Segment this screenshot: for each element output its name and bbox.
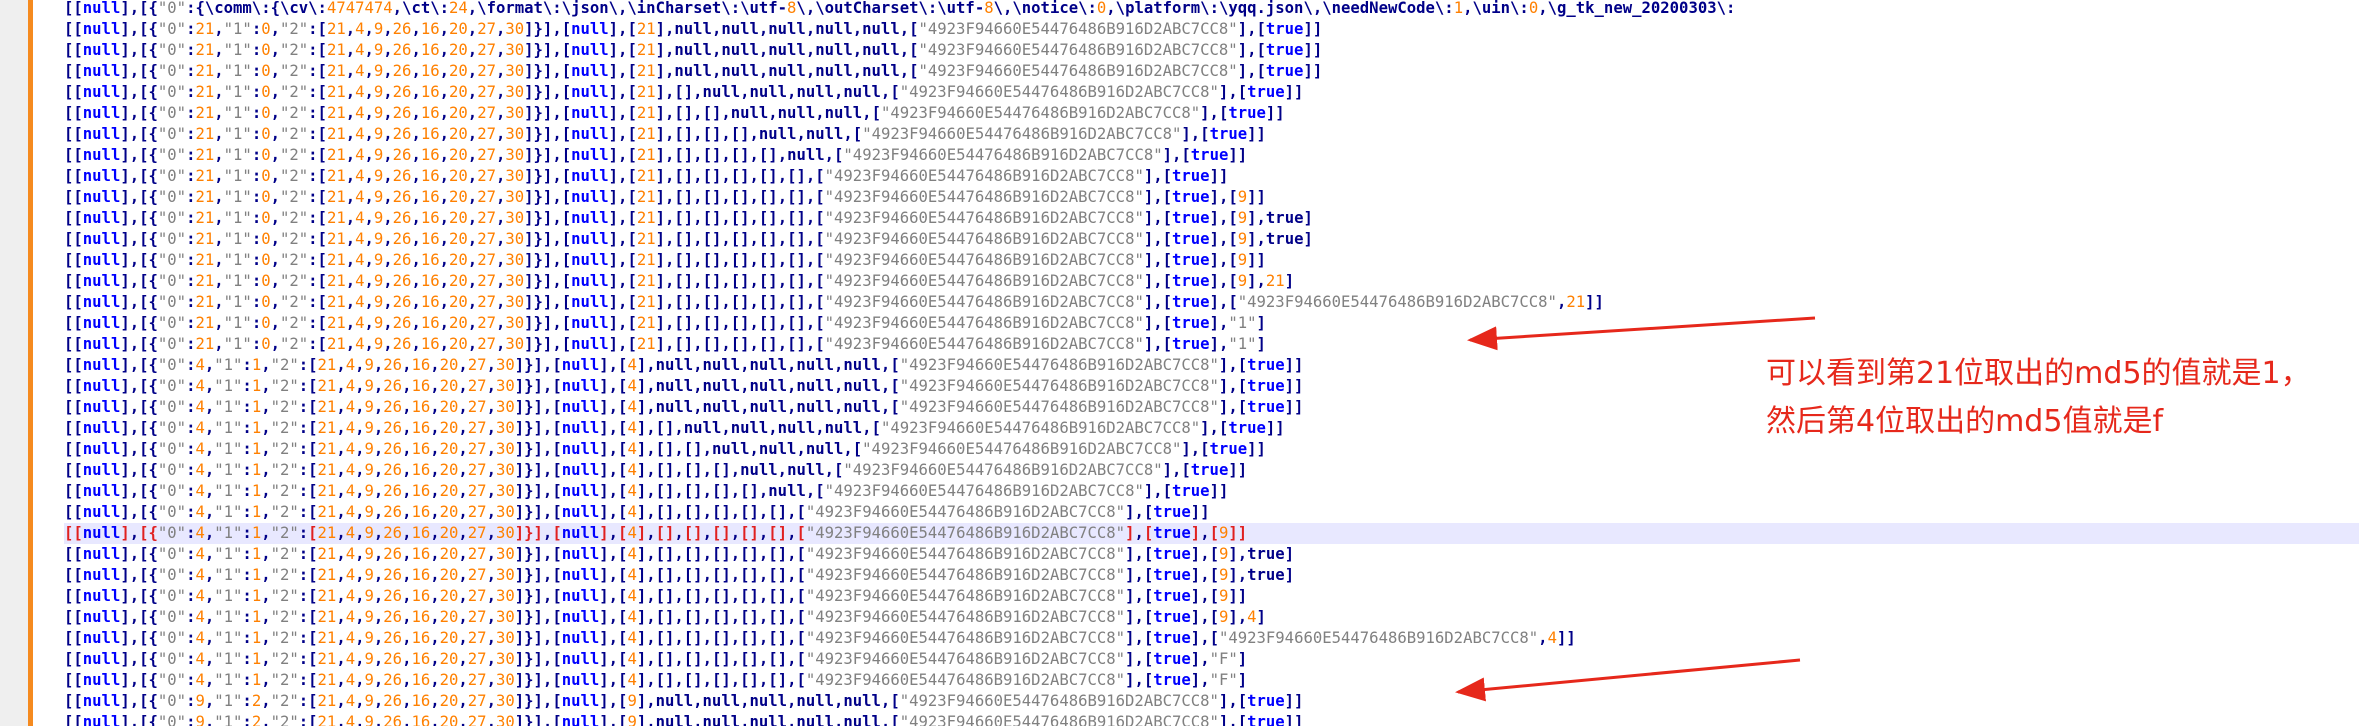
code-line[interactable]: [[null],[{"0":4,"1":1,"2":[21,4,9,26,16,… (64, 649, 2359, 670)
annotation-text: 可以看到第21位取出的md5的值就是1， 然后第4位取出的md5值就是f (1766, 350, 2311, 446)
code-line[interactable]: [[null],[{"0":4,"1":1,"2":[21,4,9,26,16,… (64, 502, 2359, 523)
editor-gutter (0, 0, 31, 726)
code-line[interactable]: [[null],[{"0":21,"1":0,"2":[21,4,9,26,16… (64, 61, 2359, 82)
code-line[interactable]: [[null],[{"0":21,"1":0,"2":[21,4,9,26,16… (64, 166, 2359, 187)
code-line[interactable]: [[null],[{"0":21,"1":0,"2":[21,4,9,26,16… (64, 271, 2359, 292)
code-line[interactable]: [[null],[{"0":21,"1":0,"2":[21,4,9,26,16… (64, 124, 2359, 145)
code-line[interactable]: [[null],[{"0":21,"1":0,"2":[21,4,9,26,16… (64, 103, 2359, 124)
code-line[interactable]: [[null],[{"0":21,"1":0,"2":[21,4,9,26,16… (64, 313, 2359, 334)
code-line[interactable]: [[null],[{"0":4,"1":1,"2":[21,4,9,26,16,… (64, 481, 2359, 502)
code-line[interactable]: [[null],[{"0":21,"1":0,"2":[21,4,9,26,16… (64, 82, 2359, 103)
code-line[interactable]: [[null],[{"0":21,"1":0,"2":[21,4,9,26,16… (64, 229, 2359, 250)
code-line[interactable]: [[null],[{"0":21,"1":0,"2":[21,4,9,26,16… (64, 19, 2359, 40)
code-line[interactable]: [[null],[{"0":21,"1":0,"2":[21,4,9,26,16… (64, 292, 2359, 313)
code-line[interactable]: [[null],[{"0":21,"1":0,"2":[21,4,9,26,16… (64, 145, 2359, 166)
code-line[interactable]: [[null],[{"0":21,"1":0,"2":[21,4,9,26,16… (64, 250, 2359, 271)
change-history-marker (28, 0, 33, 726)
code-line[interactable]: [[null],[{"0":4,"1":1,"2":[21,4,9,26,16,… (64, 544, 2359, 565)
annotation-line-1: 可以看到第21位取出的md5的值就是1， (1766, 356, 2311, 391)
code-line[interactable]: [[null],[{"0":9,"1":2,"2":[21,4,9,26,16,… (64, 691, 2359, 712)
current-code-line[interactable]: [[null],[{"0":4,"1":1,"2":[21,4,9,26,16,… (64, 523, 2359, 544)
code-line[interactable]: [[null],[{"0":21,"1":0,"2":[21,4,9,26,16… (64, 40, 2359, 61)
code-line[interactable]: [[null],[{"0":4,"1":1,"2":[21,4,9,26,16,… (64, 586, 2359, 607)
code-line[interactable]: [[null],[{"0":4,"1":1,"2":[21,4,9,26,16,… (64, 670, 2359, 691)
code-line[interactable]: [[null],[{"0":4,"1":1,"2":[21,4,9,26,16,… (64, 460, 2359, 481)
code-line[interactable]: [[null],[{"0":4,"1":1,"2":[21,4,9,26,16,… (64, 565, 2359, 586)
code-line[interactable]: [[null],[{"0":21,"1":0,"2":[21,4,9,26,16… (64, 208, 2359, 229)
code-line[interactable]: [[null],[{"0":{\comm\:{\cv\:4747474,\ct\… (64, 0, 2359, 19)
code-line[interactable]: [[null],[{"0":9,"1":2,"2":[21,4,9,26,16,… (64, 712, 2359, 726)
code-line[interactable]: [[null],[{"0":21,"1":0,"2":[21,4,9,26,16… (64, 187, 2359, 208)
code-line[interactable]: [[null],[{"0":4,"1":1,"2":[21,4,9,26,16,… (64, 628, 2359, 649)
code-line[interactable]: [[null],[{"0":4,"1":1,"2":[21,4,9,26,16,… (64, 607, 2359, 628)
annotation-line-2: 然后第4位取出的md5值就是f (1766, 404, 2164, 439)
